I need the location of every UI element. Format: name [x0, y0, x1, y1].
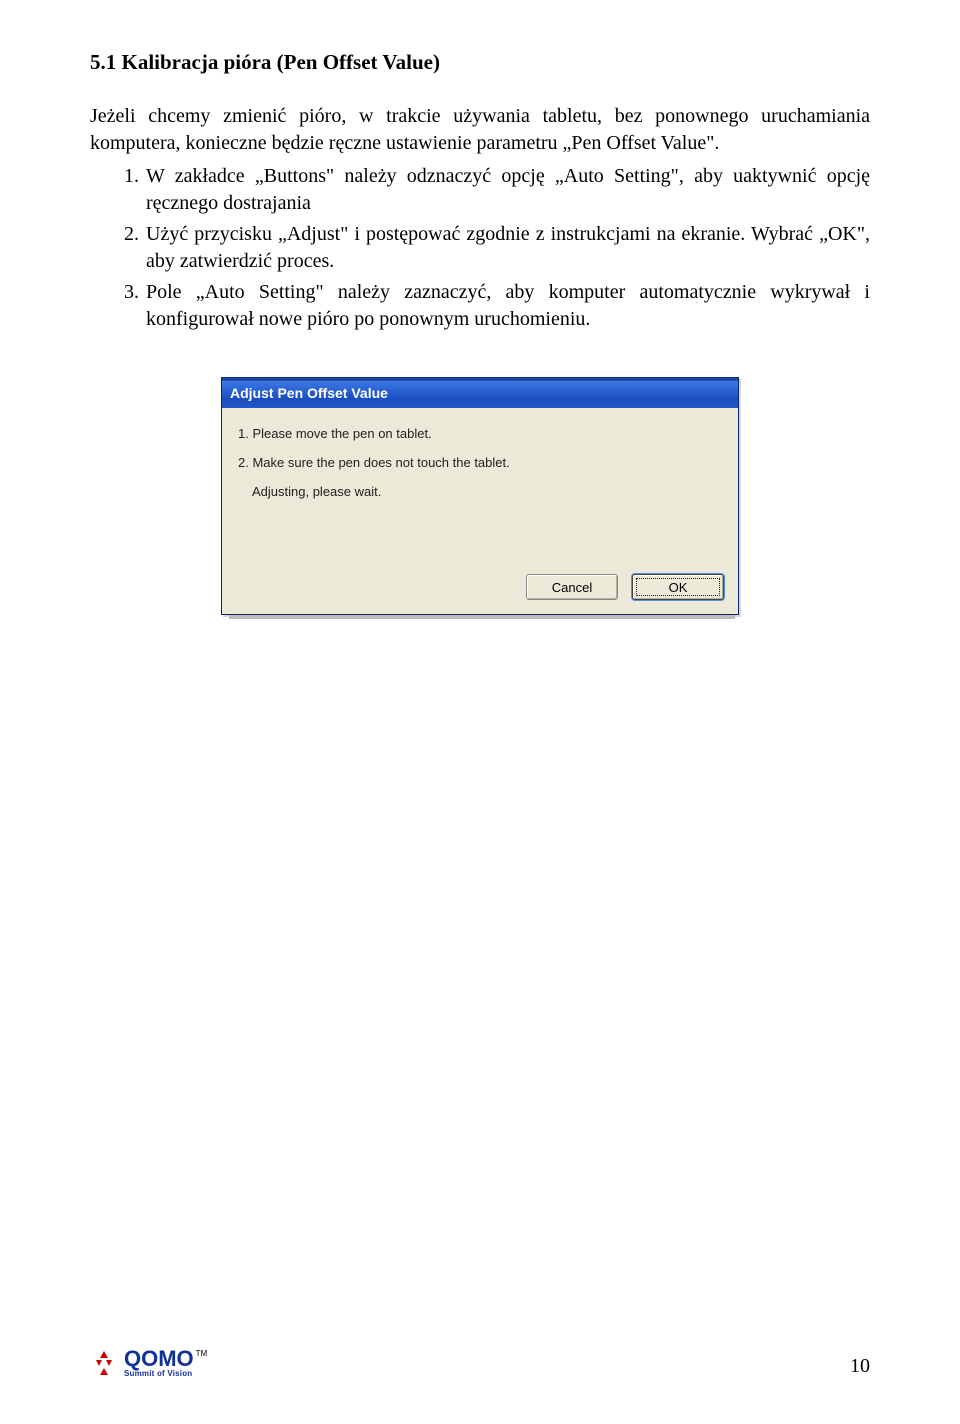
dialog-status: Adjusting, please wait. — [238, 484, 722, 499]
dialog-titlebar: Adjust Pen Offset Value — [222, 378, 738, 408]
cancel-button[interactable]: Cancel — [526, 574, 618, 600]
page-footer: QOMO TM Summit of Vision 10 — [90, 1348, 870, 1378]
logo-text: QOMO TM — [124, 1348, 207, 1370]
dialog-screenshot: Adjust Pen Offset Value 1. Please move t… — [221, 377, 739, 619]
list-item: 2. Użyć przycisku „Adjust" i postępować … — [124, 221, 870, 275]
qomo-logo: QOMO TM Summit of Vision — [90, 1348, 207, 1378]
dialog-shadow — [229, 615, 735, 619]
logo-tm: TM — [196, 1350, 208, 1358]
dialog-step-2: 2. Make sure the pen does not touch the … — [238, 455, 722, 470]
logo-name: QOMO — [124, 1348, 194, 1370]
dialog-body: 1. Please move the pen on tablet. 2. Mak… — [222, 408, 738, 568]
list-number: 2. — [124, 221, 139, 248]
list-item: 1. W zakładce „Buttons" należy odznaczyć… — [124, 163, 870, 217]
section-heading: 5.1 Kalibracja pióra (Pen Offset Value) — [90, 50, 870, 75]
adjust-pen-offset-dialog: Adjust Pen Offset Value 1. Please move t… — [221, 377, 739, 615]
list-number: 3. — [124, 279, 139, 306]
list-text: Pole „Auto Setting" należy zaznaczyć, ab… — [146, 281, 870, 330]
dialog-button-row: Cancel OK — [222, 568, 738, 614]
list-number: 1. — [124, 163, 139, 190]
list-item: 3. Pole „Auto Setting" należy zaznaczyć,… — [124, 279, 870, 333]
page-number: 10 — [850, 1355, 870, 1378]
logo-icon — [90, 1349, 118, 1377]
intro-paragraph: Jeżeli chcemy zmienić pióro, w trakcie u… — [90, 103, 870, 157]
logo-tagline: Summit of Vision — [124, 1370, 207, 1378]
ok-button[interactable]: OK — [632, 574, 724, 600]
dialog-title: Adjust Pen Offset Value — [230, 385, 388, 401]
instruction-list: 1. W zakładce „Buttons" należy odznaczyć… — [90, 163, 870, 333]
list-text: Użyć przycisku „Adjust" i postępować zgo… — [146, 223, 870, 272]
list-text: W zakładce „Buttons" należy odznaczyć op… — [146, 165, 870, 214]
dialog-step-1: 1. Please move the pen on tablet. — [238, 426, 722, 441]
logo-text-wrap: QOMO TM Summit of Vision — [124, 1348, 207, 1378]
